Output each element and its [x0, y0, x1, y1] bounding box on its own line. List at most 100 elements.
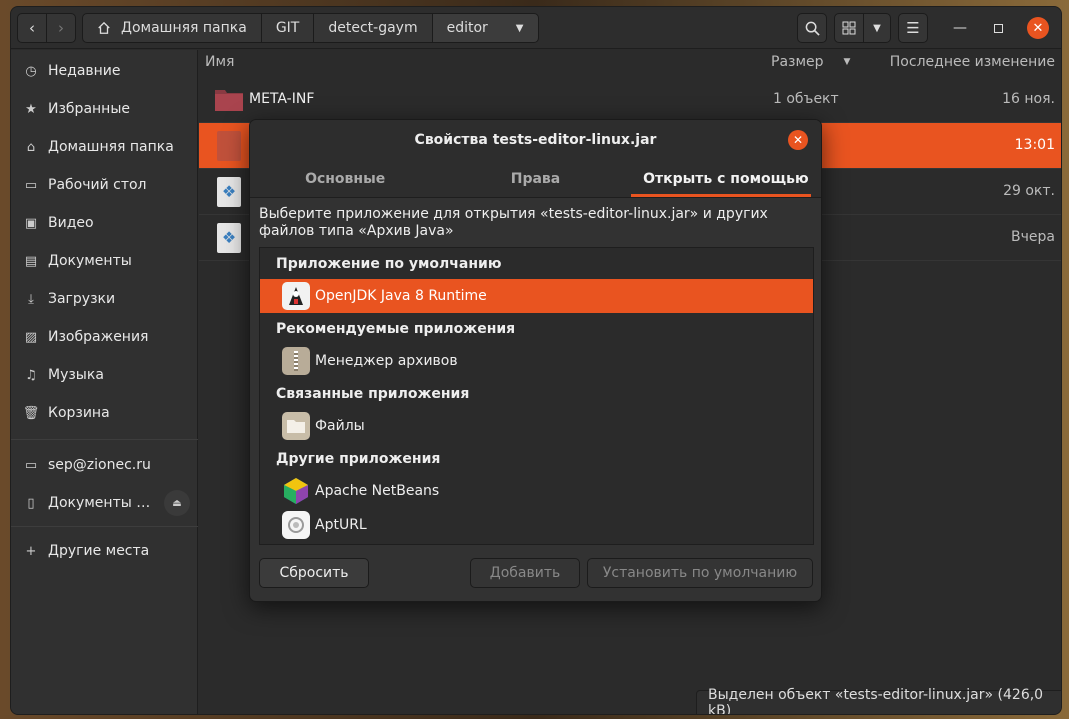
- sidebar-item-label: sep@zionec.ru: [48, 457, 151, 473]
- app-label: AptURL: [315, 517, 367, 533]
- breadcrumb-git[interactable]: GIT: [260, 13, 315, 43]
- chevron-left-icon: ‹: [29, 19, 35, 37]
- sidebar-item-label: Документы: [48, 253, 132, 269]
- file-name: META-INF: [249, 91, 315, 107]
- clock-icon: ◷: [25, 63, 37, 79]
- sidebar-item-phone-documents[interactable]: ▯ Документы … ⏏: [11, 484, 198, 522]
- home-icon: ⌂: [26, 139, 36, 155]
- app-item-archive-manager[interactable]: Менеджер архивов: [260, 344, 813, 378]
- tab-basic[interactable]: Основные: [250, 160, 440, 197]
- minimize-button[interactable]: —: [949, 17, 971, 39]
- set-default-button[interactable]: Установить по умолчанию: [587, 558, 813, 588]
- dialog-description: Выберите приложение для открытия «tests-…: [259, 206, 768, 239]
- sidebar-divider: [11, 439, 198, 440]
- view-grid-button[interactable]: [834, 13, 864, 43]
- sidebar-item-label: Избранные: [48, 101, 130, 117]
- column-header-name[interactable]: Имя: [205, 50, 234, 74]
- close-window-button[interactable]: ✕: [1027, 17, 1049, 39]
- tab-label: Права: [510, 170, 561, 187]
- app-label: Apache NetBeans: [315, 483, 440, 499]
- sidebar-item-recent[interactable]: ◷ Недавние: [11, 52, 198, 90]
- download-icon: ⤓: [28, 291, 34, 307]
- group-header-other: Другие приложения: [276, 451, 441, 467]
- column-header-modified[interactable]: Последнее изменение: [890, 50, 1055, 74]
- sidebar-item-label: Изображения: [48, 329, 149, 345]
- breadcrumb-label: Домашняя папка: [121, 20, 247, 36]
- maximize-icon: [993, 23, 1003, 33]
- package-file-icon: ❖: [217, 223, 241, 253]
- sidebar-item-other-places[interactable]: + Другие места: [11, 532, 198, 570]
- music-icon: ♫: [25, 367, 37, 383]
- view-options-dropdown[interactable]: ▼: [863, 13, 891, 43]
- maximize-button[interactable]: [987, 17, 1009, 39]
- archive-manager-icon: [282, 347, 310, 375]
- sidebar-item-video[interactable]: ▣ Видео: [11, 204, 198, 242]
- app-item-openjdk[interactable]: OpenJDK Java 8 Runtime: [260, 279, 813, 313]
- caret-down-icon: ▼: [843, 57, 851, 67]
- sidebar-divider: [11, 526, 198, 527]
- dialog-tabs: Основные Права Открыть с помощью: [250, 160, 821, 198]
- desktop-icon: ▭: [24, 177, 38, 193]
- app-label: Менеджер архивов: [315, 353, 458, 369]
- image-icon: ▨: [24, 329, 38, 345]
- sidebar-item-documents[interactable]: ▤ Документы: [11, 242, 198, 280]
- sidebar-item-label: Рабочий стол: [48, 177, 147, 193]
- folder-icon: [215, 90, 243, 111]
- network-icon: ▭: [24, 457, 38, 473]
- forward-button[interactable]: ›: [46, 13, 76, 43]
- star-icon: ★: [25, 101, 37, 117]
- minimize-icon: —: [953, 20, 967, 36]
- sidebar: ◷ Недавние ★ Избранные ⌂ Домашняя папка ▭ Ра…: [11, 50, 198, 714]
- breadcrumb-editor[interactable]: editor ▼: [431, 13, 539, 43]
- home-icon: [98, 21, 110, 34]
- breadcrumb-home[interactable]: Домашняя папка: [82, 13, 262, 43]
- file-row[interactable]: META-INF 1 объект 16 ноя.: [199, 77, 1061, 123]
- package-file-icon: ❖: [217, 177, 241, 207]
- tab-label: Основные: [305, 170, 386, 187]
- sidebar-item-starred[interactable]: ★ Избранные: [11, 90, 198, 128]
- apturl-icon: [282, 511, 310, 539]
- dialog-close-button[interactable]: ✕: [788, 130, 808, 150]
- search-icon: [805, 21, 820, 36]
- sidebar-item-label: Документы …: [48, 495, 151, 511]
- files-app-icon: [282, 412, 310, 440]
- sidebar-item-home[interactable]: ⌂ Домашняя папка: [11, 128, 198, 166]
- app-item-files[interactable]: Файлы: [260, 409, 813, 443]
- sidebar-item-label: Музыка: [48, 367, 104, 383]
- sidebar-item-images[interactable]: ▨ Изображения: [11, 318, 198, 356]
- app-item-apturl[interactable]: AptURL: [260, 508, 813, 542]
- tab-open-with[interactable]: Открыть с помощью: [630, 160, 821, 197]
- breadcrumb-label: editor: [446, 20, 488, 36]
- search-button[interactable]: [797, 13, 827, 43]
- file-date: 13:01: [1014, 137, 1055, 153]
- eject-button[interactable]: ⏏: [164, 490, 190, 516]
- sidebar-item-downloads[interactable]: ⤓ Загрузки: [11, 280, 198, 318]
- video-icon: ▣: [24, 215, 38, 231]
- column-label: Последнее изменение: [889, 54, 1055, 70]
- app-item-netbeans[interactable]: Apache NetBeans: [260, 474, 813, 508]
- breadcrumb-detect-gaym[interactable]: detect-gaym: [313, 13, 433, 43]
- sidebar-item-network-share[interactable]: ▭ sep@zionec.ru: [11, 446, 198, 484]
- tab-permissions[interactable]: Права: [440, 160, 630, 197]
- sidebar-item-label: Недавние: [48, 63, 121, 79]
- plus-icon: +: [25, 543, 37, 559]
- sidebar-item-music[interactable]: ♫ Музыка: [11, 356, 198, 394]
- sidebar-item-trash[interactable]: 🗑 Корзина: [11, 394, 198, 432]
- caret-down-icon: ▼: [873, 22, 881, 34]
- reset-button[interactable]: Сбросить: [259, 558, 369, 588]
- column-header-size[interactable]: Размер ▼: [771, 50, 850, 74]
- chevron-right-icon: ›: [58, 19, 64, 37]
- sidebar-item-label: Загрузки: [48, 291, 116, 307]
- sidebar-item-label: Другие места: [48, 543, 150, 559]
- add-button[interactable]: Добавить: [470, 558, 580, 588]
- back-button[interactable]: ‹: [17, 13, 47, 43]
- app-label: Файлы: [315, 418, 365, 434]
- grid-icon: [842, 21, 856, 35]
- application-list: Приложение по умолчанию OpenJDK Java 8 R…: [259, 247, 814, 545]
- header-bar: ‹ › Домашняя папка GIT detect-gaym edito…: [11, 7, 1061, 49]
- file-date: 16 ноя.: [1002, 91, 1055, 107]
- sidebar-item-desktop[interactable]: ▭ Рабочий стол: [11, 166, 198, 204]
- hamburger-icon: ☰: [906, 19, 920, 37]
- menu-button[interactable]: ☰: [898, 13, 928, 43]
- group-header-default: Приложение по умолчанию: [276, 256, 502, 272]
